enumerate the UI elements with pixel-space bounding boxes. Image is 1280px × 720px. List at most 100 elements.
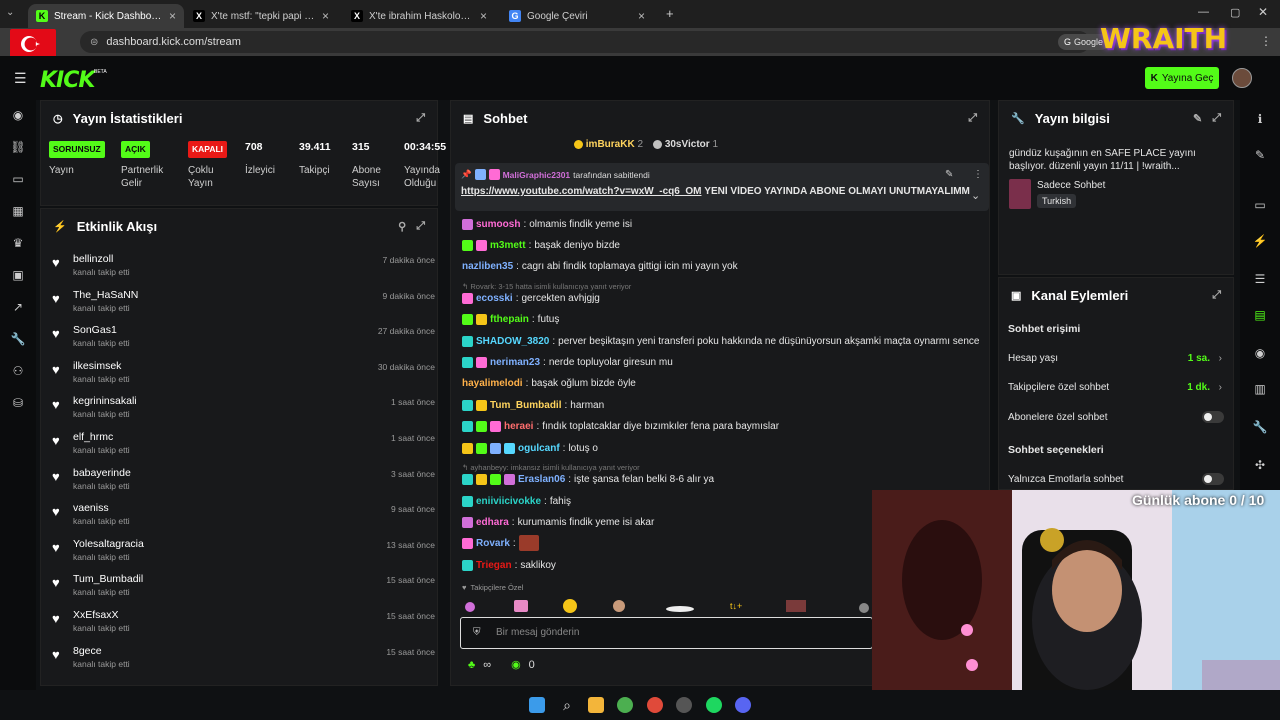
screen-icon[interactable]: ▭ (1252, 197, 1268, 213)
chat-icon[interactable]: ▤ (1252, 307, 1268, 323)
site-info-icon[interactable]: ⊜ (90, 37, 98, 48)
more-options-icon[interactable]: ⋮ (973, 169, 983, 180)
edit-icon[interactable]: ✎ (1252, 147, 1268, 163)
expand-icon[interactable]: ⤢ (1212, 289, 1221, 302)
follower-name[interactable]: Tum_Bumbadil (73, 573, 143, 585)
browser-tab[interactable]: XX'te ibrahim Haskoloğlu: "İstanb× (343, 4, 495, 28)
chat-username[interactable]: m3mett (490, 240, 526, 251)
browser-tab[interactable]: K Stream - Kick Dashboard × (28, 4, 184, 28)
search-icon[interactable]: ⌕ (559, 697, 575, 713)
browser-tab[interactable]: XX'te mstf: "tepki papi manifestit"× (185, 4, 337, 28)
chat-username[interactable]: hayalimelodi (462, 378, 523, 389)
account-age-row[interactable]: Hesap yaşı 1 sa. › (1008, 350, 1224, 366)
emote-only-toggle[interactable] (1202, 473, 1224, 485)
discord-icon[interactable] (735, 697, 751, 713)
follower-name[interactable]: kegrininsakali (73, 395, 137, 407)
top-gifter-1[interactable]: imBuraKK 2 (574, 139, 643, 150)
language-tag[interactable]: Turkish (1037, 194, 1077, 208)
close-tab-icon[interactable]: × (322, 9, 329, 23)
chat-username[interactable]: SHADOW_3820 (476, 336, 549, 347)
minimize-button[interactable]: — (1198, 6, 1209, 18)
follower-name[interactable]: bellinzoll (73, 253, 113, 265)
chat-username[interactable]: Rovark (476, 538, 510, 549)
new-tab-button[interactable]: + (666, 6, 674, 21)
followers-only-chat-row[interactable]: Takipçilere özel sohbet 1 dk. › (1008, 379, 1224, 395)
record-icon[interactable]: ◉ (1252, 345, 1268, 361)
video-icon[interactable]: ▣ (10, 267, 26, 283)
tools-icon[interactable]: 🔧 (1252, 419, 1268, 435)
expand-icon[interactable]: ⤢ (416, 112, 425, 125)
lightning-icon[interactable]: ⚡ (1252, 233, 1268, 249)
top-gifter-2[interactable]: 30sVictor 1 (653, 139, 718, 150)
chat-username[interactable]: heraei (504, 421, 533, 432)
browser-menu-icon[interactable]: ⋮ (1260, 34, 1272, 48)
unpin-icon[interactable]: ✎ (945, 169, 953, 180)
filter-icon[interactable]: ⚲ (398, 220, 406, 233)
collapse-chevron-icon[interactable]: ⌄ (971, 189, 980, 202)
puzzle-icon[interactable]: ✣ (1252, 457, 1268, 473)
start-icon[interactable] (529, 697, 545, 713)
chat-username[interactable]: eniiviicivokke (476, 496, 541, 507)
chat-username[interactable]: Triegan (476, 560, 512, 571)
chat-username[interactable]: Tum_Bumbadil (490, 400, 561, 411)
chat-username[interactable]: ecosski (476, 293, 513, 304)
hamburger-menu-icon[interactable]: ☰ (14, 70, 27, 87)
chat-username[interactable]: ogulcanf (518, 443, 560, 454)
analytics-icon[interactable]: ↗ (10, 299, 26, 315)
expand-icon[interactable]: ⤢ (416, 220, 425, 233)
close-tab-icon[interactable]: × (169, 9, 176, 23)
category-name[interactable]: Sadece Sohbet (1037, 180, 1105, 191)
follower-name[interactable]: elf_hrmc (73, 431, 113, 443)
chat-input[interactable]: ⛨ Bir mesaj gönderin (460, 617, 873, 649)
media-icon[interactable]: ▦ (10, 203, 26, 219)
pinned-by-user[interactable]: MaliGraphic2301 (503, 170, 571, 180)
url-field[interactable]: ⊜ dashboard.kick.com/stream (80, 31, 1090, 53)
subscribers-only-toggle[interactable] (1202, 411, 1224, 423)
user-avatar[interactable] (1232, 68, 1252, 88)
chat-username[interactable]: Eraslan06 (518, 474, 565, 485)
follower-name[interactable]: ilkesimsek (73, 360, 121, 372)
app-icon[interactable] (676, 697, 692, 713)
follower-name[interactable]: The_HaSaNN (73, 289, 138, 301)
badge-icon (476, 313, 487, 325)
chat-username[interactable]: neriman23 (490, 357, 540, 368)
chat-username[interactable]: edhara (476, 517, 509, 528)
trophy-icon[interactable]: ♛ (10, 235, 26, 251)
file-explorer-icon[interactable] (588, 697, 604, 713)
link-icon[interactable]: ⛓ (10, 139, 26, 155)
maximize-button[interactable]: ▢ (1230, 6, 1240, 19)
tab-list-chevron-icon[interactable]: ⌄ (6, 7, 14, 18)
follower-name[interactable]: SonGas1 (73, 324, 117, 336)
chat-username[interactable]: sumoosh (476, 219, 520, 230)
pinned-link[interactable]: https://www.youtube.com/watch?v=wxW_-cq6… (461, 186, 702, 197)
kick-logo[interactable]: KICK (40, 68, 95, 93)
window-icon[interactable]: ▭ (10, 171, 26, 187)
close-window-button[interactable]: ✕ (1258, 5, 1268, 19)
browser-tab[interactable]: G Google Çeviri × (501, 4, 653, 28)
chrome-icon[interactable] (617, 697, 633, 713)
follower-name[interactable]: vaeniss (73, 502, 109, 514)
points-icon[interactable]: ♣ (468, 659, 475, 671)
wrench-icon[interactable]: 🔧 (10, 331, 26, 347)
go-live-button[interactable]: K Yayına Geç (1145, 67, 1219, 89)
close-tab-icon[interactable]: × (638, 9, 645, 23)
chat-username[interactable]: fthepain (490, 314, 529, 325)
chat-username[interactable]: nazliben35 (462, 261, 513, 272)
follower-name[interactable]: 8gece (73, 645, 102, 657)
dashboard-icon[interactable]: ◉ (10, 107, 26, 123)
chrome-active-icon[interactable] (647, 697, 663, 713)
follower-name[interactable]: XxEfsaxX (73, 609, 119, 621)
expand-icon[interactable]: ⤢ (968, 112, 977, 125)
clip-icon[interactable]: ▥ (1252, 381, 1268, 397)
list-icon[interactable]: ☰ (1252, 271, 1268, 287)
store-icon[interactable]: ⛁ (10, 395, 26, 411)
users-icon[interactable]: ⚇ (10, 363, 26, 379)
close-tab-icon[interactable]: × (480, 9, 487, 23)
follower-name[interactable]: babayerinde (73, 467, 131, 479)
follower-name[interactable]: Yolesaltagracia (73, 538, 144, 550)
spotify-icon[interactable] (706, 697, 722, 713)
kick-points-icon[interactable]: ◉ (511, 658, 521, 671)
edit-icon[interactable]: ✎ (1193, 112, 1202, 125)
info-icon[interactable]: ℹ (1252, 111, 1268, 127)
expand-icon[interactable]: ⤢ (1212, 112, 1221, 125)
